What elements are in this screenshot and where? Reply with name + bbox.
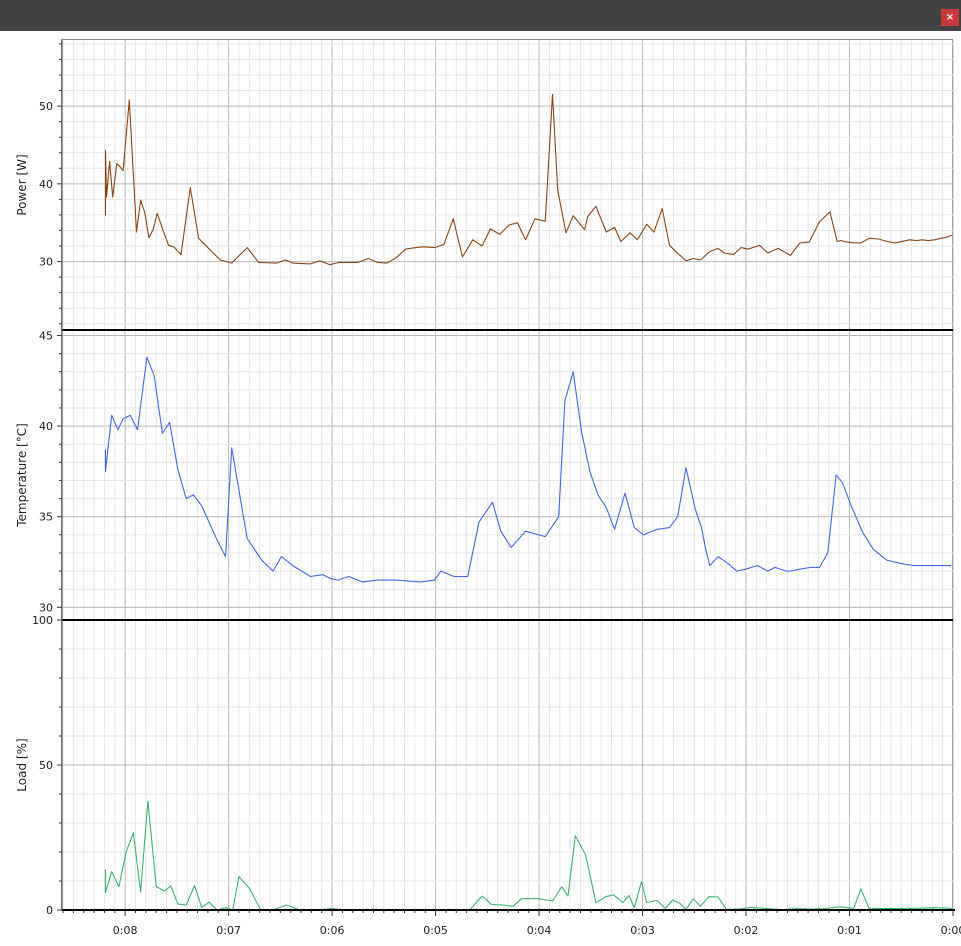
x-tick-label: 0:04 bbox=[527, 924, 552, 937]
chart-canvas: 30 40 50 Power [W] 30 35 40 45 Temperature [°C] 0… bbox=[15, 39, 961, 937]
x-tick-label: 0:02 bbox=[734, 924, 759, 937]
window-titlebar: × bbox=[0, 0, 961, 31]
load-y-tick-label: 0 bbox=[46, 904, 53, 917]
x-tick-label: 0:05 bbox=[423, 924, 448, 937]
temperature-y-axis-label: Temperature [°C] bbox=[15, 423, 29, 528]
x-tick-label: 0:03 bbox=[630, 924, 655, 937]
load-y-tick-label: 50 bbox=[39, 759, 53, 772]
temperature-y-tick-label: 35 bbox=[39, 511, 53, 524]
x-tick-label: 0:00 bbox=[941, 924, 961, 937]
monitor-charts: 30 40 50 Power [W] 30 35 40 45 Temperature [°C] 0… bbox=[0, 31, 961, 946]
temperature-y-tick-label: 30 bbox=[39, 601, 53, 614]
power-y-tick-label: 40 bbox=[39, 178, 53, 191]
temperature-y-tick-label: 40 bbox=[39, 420, 53, 433]
x-tick-label: 0:07 bbox=[216, 924, 241, 937]
load-y-tick-label: 100 bbox=[32, 614, 53, 627]
x-tick-label: 0:06 bbox=[320, 924, 345, 937]
power-y-tick-label: 50 bbox=[39, 100, 53, 113]
close-button[interactable]: × bbox=[941, 9, 959, 26]
load-y-axis-label: Load [%] bbox=[15, 738, 29, 791]
temperature-y-tick-label: 45 bbox=[39, 329, 53, 342]
power-y-tick-label: 30 bbox=[39, 256, 53, 269]
x-tick-label: 0:08 bbox=[113, 924, 138, 937]
x-axis: 0:08 0:07 0:06 0:05 0:04 0:03 0:02 0:01 0:00 bbox=[62, 910, 961, 937]
x-tick-label: 0:01 bbox=[837, 924, 862, 937]
power-y-axis-label: Power [W] bbox=[15, 154, 29, 215]
